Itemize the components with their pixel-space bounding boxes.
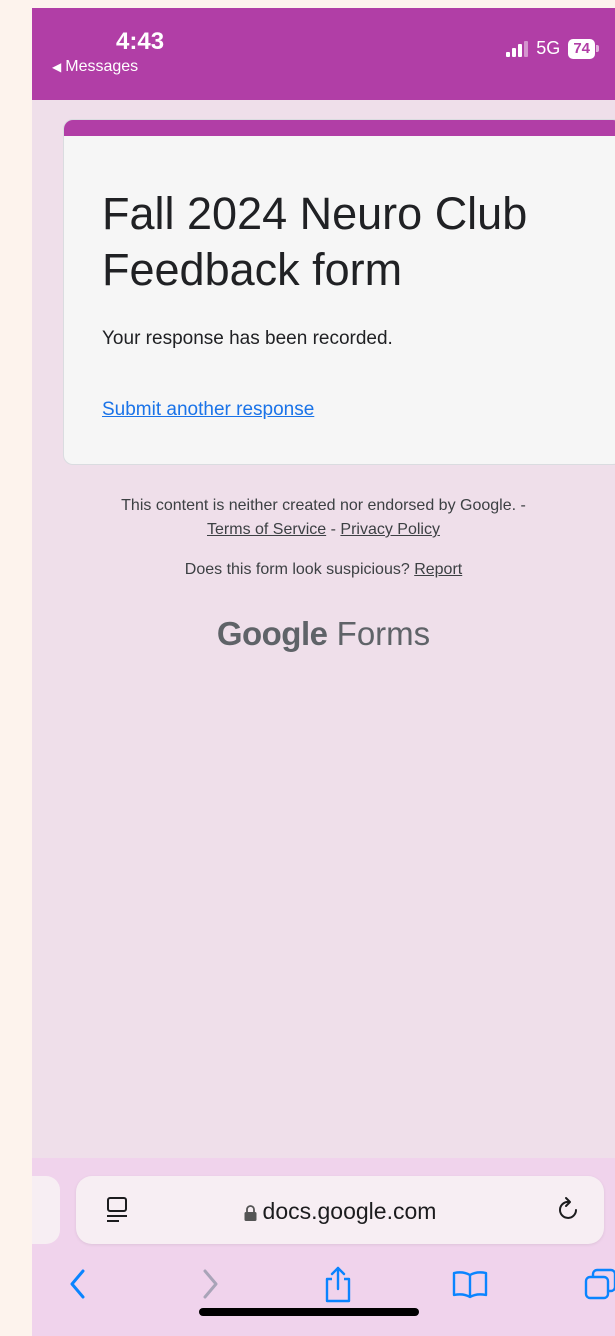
brand-forms: Forms xyxy=(336,615,431,652)
forward-button[interactable] xyxy=(190,1264,230,1304)
chevron-right-icon xyxy=(203,1269,218,1299)
disclaimer-text: This content is neither created nor endo… xyxy=(121,497,526,514)
bookmarks-button[interactable] xyxy=(450,1264,490,1304)
back-button[interactable] xyxy=(58,1264,98,1304)
back-app-label: Messages xyxy=(65,58,139,75)
form-card-accent xyxy=(64,120,615,136)
google-forms-logo[interactable]: Google Forms xyxy=(32,615,615,653)
status-time: 4:43 xyxy=(116,28,165,55)
network-label: 5G xyxy=(536,38,561,58)
share-icon xyxy=(325,1266,351,1303)
suspicious-notice: Does this form look suspicious? Report xyxy=(32,561,615,579)
privacy-link[interactable]: Privacy Policy xyxy=(340,521,440,538)
address-bar[interactable]: docs.google.com xyxy=(76,1176,604,1244)
browser-toolbar xyxy=(32,1264,615,1314)
battery-level: 74 xyxy=(568,38,595,59)
suspicious-text: Does this form look suspicious? xyxy=(184,561,410,578)
url-display[interactable]: docs.google.com xyxy=(76,1198,604,1225)
lock-icon xyxy=(244,1205,257,1221)
back-triangle-icon: ◀ xyxy=(52,60,62,74)
phone-screen: 4:43 ◀ Messages 5G 74 Fall 2024 Neuro Cl… xyxy=(32,8,615,1336)
tabs-button[interactable] xyxy=(580,1264,615,1304)
previous-tab-peek[interactable] xyxy=(32,1176,60,1244)
disclaimer: This content is neither created nor endo… xyxy=(32,494,615,542)
report-link[interactable]: Report xyxy=(414,561,462,578)
status-bar: 4:43 ◀ Messages 5G 74 xyxy=(32,8,615,100)
submit-another-link[interactable]: Submit another response xyxy=(102,399,314,421)
signal-icon xyxy=(506,40,529,57)
footer-separator: - xyxy=(330,521,336,538)
book-icon xyxy=(452,1271,488,1299)
reload-icon[interactable] xyxy=(556,1196,582,1224)
home-indicator[interactable] xyxy=(199,1308,419,1316)
url-text: docs.google.com xyxy=(262,1198,437,1224)
brand-google: Google xyxy=(216,615,328,652)
form-title: Fall 2024 Neuro Club Feedback form xyxy=(102,188,528,295)
status-indicators: 5G 74 xyxy=(506,38,599,59)
tabs-icon xyxy=(584,1268,615,1300)
chevron-left-icon xyxy=(70,1269,85,1299)
form-card: Fall 2024 Neuro Club Feedback form Your … xyxy=(63,119,615,465)
terms-link[interactable]: Terms of Service xyxy=(207,521,326,538)
confirmation-message: Your response has been recorded. xyxy=(102,328,393,349)
back-to-messages[interactable]: ◀ Messages xyxy=(52,58,138,76)
share-button[interactable] xyxy=(318,1264,358,1304)
battery-icon: 74 xyxy=(568,38,599,59)
